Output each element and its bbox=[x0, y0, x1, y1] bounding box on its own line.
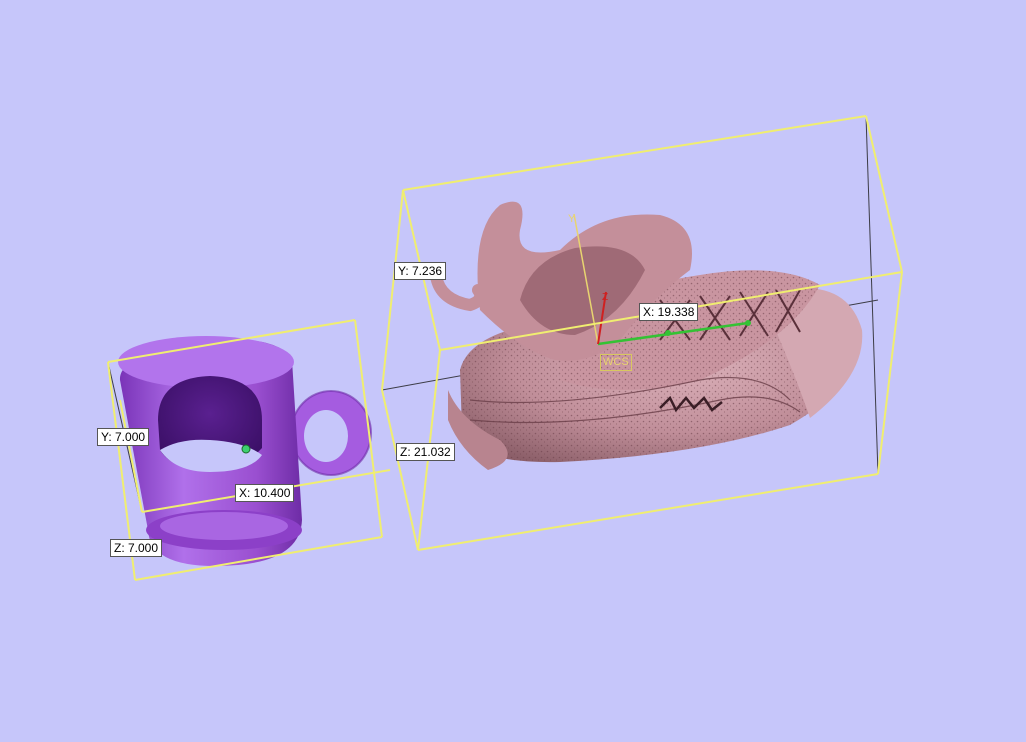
mug-dimension-x-label: X: 10.400 bbox=[235, 484, 295, 502]
wcs-axis-y-letter: Y bbox=[568, 213, 576, 225]
shoe-model[interactable]: Y Z bbox=[381, 115, 903, 551]
mug-dimension-y-label: Y: 7.000 bbox=[97, 428, 150, 446]
wcs-label: WCS bbox=[600, 354, 632, 371]
shoe-dimension-z-label: Z: 21.032 bbox=[396, 443, 455, 461]
shoe-dimension-x-label: X: 19.338 bbox=[639, 303, 699, 321]
3d-viewport[interactable]: Y Z bbox=[0, 0, 1026, 742]
wcs-axis-z-letter: Z bbox=[602, 292, 608, 303]
mug-dimension-z-label: Z: 7.000 bbox=[110, 539, 163, 557]
shoe-dimension-y-label: Y: 7.236 bbox=[394, 262, 447, 280]
